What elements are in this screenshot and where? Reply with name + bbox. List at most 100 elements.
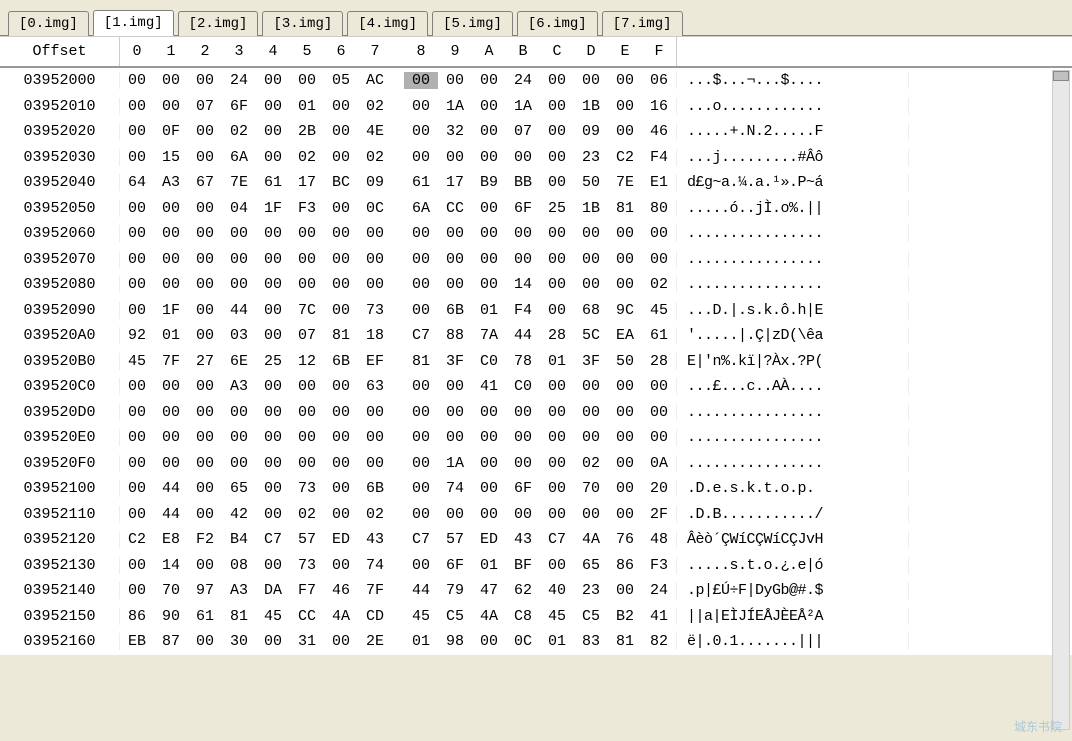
- byte[interactable]: 00: [540, 149, 574, 166]
- byte[interactable]: CD: [358, 608, 392, 625]
- byte[interactable]: 00: [438, 72, 472, 89]
- byte[interactable]: 00: [472, 251, 506, 268]
- ascii-cell[interactable]: E|'n%.kï|?Àx.?P(: [677, 353, 909, 370]
- byte[interactable]: 00: [120, 98, 154, 115]
- byte[interactable]: 00: [608, 480, 642, 497]
- byte[interactable]: 02: [290, 506, 324, 523]
- byte[interactable]: 61: [256, 174, 290, 191]
- byte[interactable]: 00: [608, 404, 642, 421]
- byte[interactable]: EA: [608, 327, 642, 344]
- byte[interactable]: 20: [642, 480, 676, 497]
- byte[interactable]: F3: [642, 557, 676, 574]
- byte[interactable]: C0: [472, 353, 506, 370]
- byte[interactable]: 00: [404, 98, 438, 115]
- byte[interactable]: 01: [540, 353, 574, 370]
- byte[interactable]: 00: [120, 225, 154, 242]
- byte[interactable]: 2E: [358, 633, 392, 650]
- byte[interactable]: 00: [358, 455, 392, 472]
- byte[interactable]: 7E: [222, 174, 256, 191]
- byte[interactable]: 00: [290, 251, 324, 268]
- byte[interactable]: 00: [404, 149, 438, 166]
- byte[interactable]: 12: [290, 353, 324, 370]
- byte[interactable]: 00: [256, 327, 290, 344]
- byte[interactable]: 73: [290, 557, 324, 574]
- byte[interactable]: 44: [154, 480, 188, 497]
- byte[interactable]: 00: [472, 404, 506, 421]
- byte[interactable]: 00: [256, 480, 290, 497]
- byte[interactable]: 00: [324, 506, 358, 523]
- byte[interactable]: 00: [540, 429, 574, 446]
- byte[interactable]: 00: [358, 276, 392, 293]
- byte[interactable]: 00: [188, 302, 222, 319]
- byte[interactable]: C8: [506, 608, 540, 625]
- byte[interactable]: 00: [290, 276, 324, 293]
- byte[interactable]: 00: [438, 506, 472, 523]
- byte[interactable]: 00: [120, 302, 154, 319]
- byte[interactable]: EF: [358, 353, 392, 370]
- byte[interactable]: 81: [324, 327, 358, 344]
- byte[interactable]: 02: [290, 149, 324, 166]
- byte[interactable]: E8: [154, 531, 188, 548]
- byte[interactable]: 80: [642, 200, 676, 217]
- byte[interactable]: 25: [540, 200, 574, 217]
- byte[interactable]: 00: [358, 404, 392, 421]
- byte[interactable]: 83: [574, 633, 608, 650]
- byte[interactable]: F2: [188, 531, 222, 548]
- byte[interactable]: 00: [120, 378, 154, 395]
- ascii-cell[interactable]: .....+.N.2.....F: [677, 123, 909, 140]
- byte[interactable]: 00: [358, 225, 392, 242]
- byte[interactable]: 00: [256, 633, 290, 650]
- byte[interactable]: C7: [404, 327, 438, 344]
- byte[interactable]: 00: [324, 225, 358, 242]
- byte[interactable]: C5: [574, 608, 608, 625]
- hex-bytes[interactable]: 64A3677E6117BC096117B9BB00507EE1: [120, 174, 677, 191]
- byte[interactable]: 00: [222, 404, 256, 421]
- hex-bytes[interactable]: 00000000000000000000001400000002: [120, 276, 677, 293]
- byte[interactable]: 00: [256, 506, 290, 523]
- byte[interactable]: 00: [256, 251, 290, 268]
- byte[interactable]: 00: [574, 429, 608, 446]
- hex-bytes[interactable]: 001F0044007C0073006B01F400689C45: [120, 302, 677, 319]
- byte[interactable]: 68: [574, 302, 608, 319]
- byte[interactable]: 47: [472, 582, 506, 599]
- byte[interactable]: 81: [608, 200, 642, 217]
- byte[interactable]: 00: [154, 72, 188, 89]
- byte[interactable]: 00: [120, 200, 154, 217]
- byte[interactable]: CC: [438, 200, 472, 217]
- hex-bytes[interactable]: 0000076F00010002001A001A001B0016: [120, 98, 677, 115]
- byte[interactable]: 00: [358, 251, 392, 268]
- byte[interactable]: 16: [642, 98, 676, 115]
- byte[interactable]: 00: [154, 455, 188, 472]
- byte[interactable]: 00: [324, 98, 358, 115]
- tab-3[interactable]: [3.img]: [262, 11, 343, 36]
- byte[interactable]: 4E: [358, 123, 392, 140]
- byte[interactable]: 00: [188, 480, 222, 497]
- hex-bytes[interactable]: 00000000000000000000000000000000: [120, 225, 677, 242]
- hex-bytes[interactable]: 00000000000000000000000000000000: [120, 251, 677, 268]
- tab-1[interactable]: [1.img]: [93, 10, 174, 36]
- byte[interactable]: 00: [324, 302, 358, 319]
- byte[interactable]: 3F: [574, 353, 608, 370]
- byte[interactable]: 02: [358, 149, 392, 166]
- byte[interactable]: BB: [506, 174, 540, 191]
- byte[interactable]: 6A: [222, 149, 256, 166]
- byte[interactable]: 00: [120, 123, 154, 140]
- byte[interactable]: 00: [404, 378, 438, 395]
- byte[interactable]: C7: [404, 531, 438, 548]
- byte[interactable]: 00: [642, 429, 676, 446]
- byte[interactable]: 00: [120, 72, 154, 89]
- byte[interactable]: 00: [256, 149, 290, 166]
- byte[interactable]: 00: [642, 251, 676, 268]
- byte[interactable]: 98: [438, 633, 472, 650]
- hex-bytes[interactable]: EB8700300031002E0198000C01838182: [120, 633, 677, 650]
- byte[interactable]: 44: [154, 506, 188, 523]
- byte[interactable]: 01: [472, 557, 506, 574]
- byte[interactable]: 00: [506, 506, 540, 523]
- byte[interactable]: 00: [188, 404, 222, 421]
- byte[interactable]: 09: [574, 123, 608, 140]
- tab-4[interactable]: [4.img]: [347, 11, 428, 36]
- byte[interactable]: 02: [574, 455, 608, 472]
- byte[interactable]: C2: [608, 149, 642, 166]
- byte[interactable]: 00: [324, 404, 358, 421]
- byte[interactable]: C5: [438, 608, 472, 625]
